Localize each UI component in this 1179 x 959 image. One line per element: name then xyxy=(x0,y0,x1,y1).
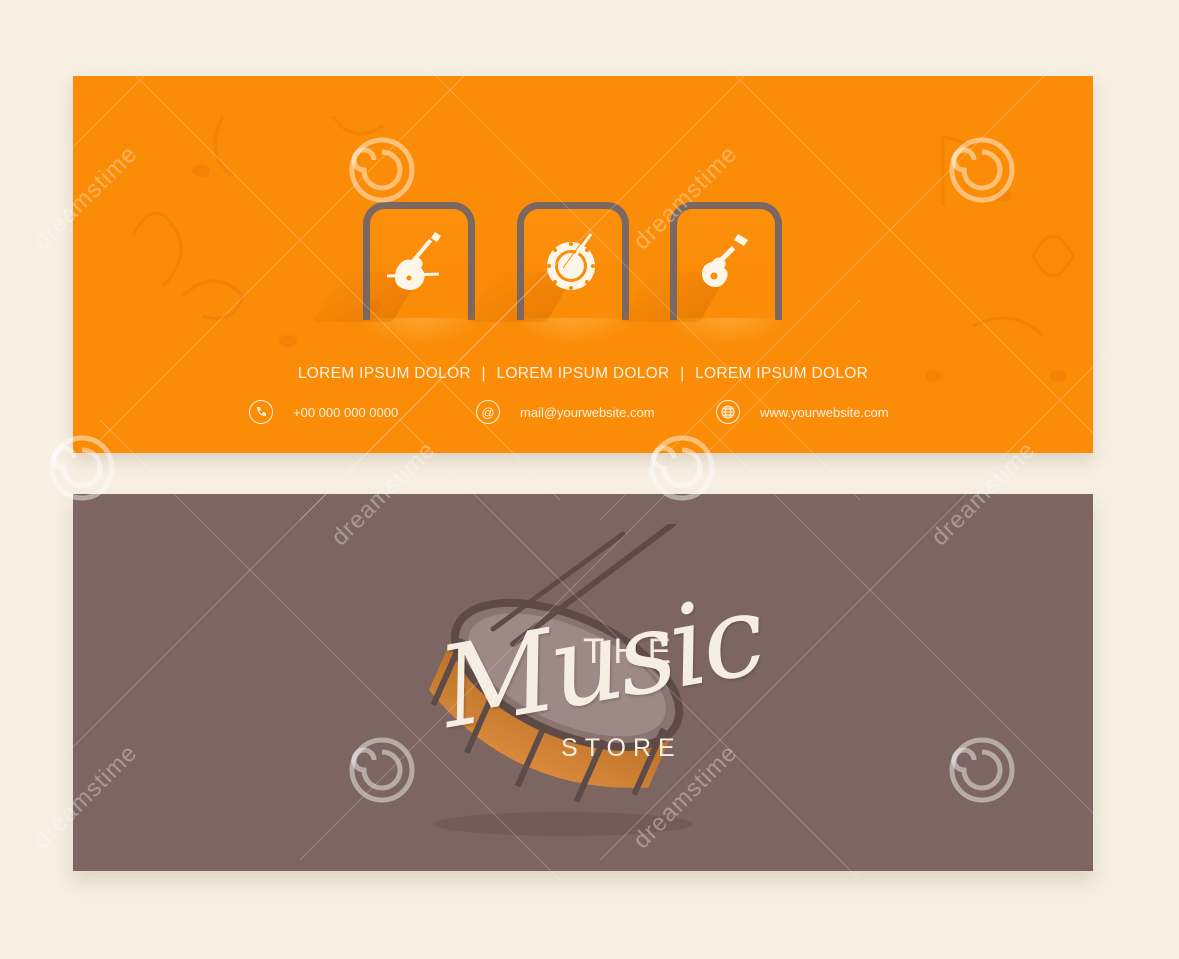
globe-icon xyxy=(716,400,740,424)
header-menu: LOREM IPSUM DOLOR | LOREM IPSUM DOLOR | … xyxy=(73,365,1093,383)
guitar-icon xyxy=(702,234,748,288)
header-banner-orange: LOREM IPSUM DOLOR | LOREM IPSUM DOLOR | … xyxy=(73,76,1093,453)
menu-item-3[interactable]: LOREM IPSUM DOLOR xyxy=(695,365,868,383)
tile-floor-glow xyxy=(359,318,481,344)
contact-website[interactable]: www.yourwebsite.com xyxy=(716,398,889,426)
email-address: mail@yourwebsite.com xyxy=(520,404,655,420)
header-banner-brown: THE Music STORE xyxy=(73,494,1093,871)
website-url: www.yourwebsite.com xyxy=(760,404,889,420)
contact-info: +00 000 000 0000 @ mail@yourwebsite.com … xyxy=(73,398,1093,426)
instrument-tile-drum[interactable] xyxy=(466,202,637,344)
drum-icon xyxy=(547,231,595,290)
tile-floor-glow xyxy=(513,318,635,344)
menu-separator: | xyxy=(481,365,486,382)
phone-icon xyxy=(249,400,273,424)
music-store-logo: THE Music STORE xyxy=(363,524,783,844)
tile-floor-glow xyxy=(666,318,788,344)
contact-phone[interactable]: +00 000 000 0000 xyxy=(249,398,398,426)
menu-item-2[interactable]: LOREM IPSUM DOLOR xyxy=(496,365,669,383)
violin-icon xyxy=(387,232,441,290)
phone-number: +00 000 000 0000 xyxy=(293,404,399,420)
menu-separator: | xyxy=(680,365,685,382)
menu-item-1[interactable]: LOREM IPSUM DOLOR xyxy=(298,365,471,383)
contact-email[interactable]: @ mail@yourwebsite.com xyxy=(476,398,655,426)
logo-store-text: STORE xyxy=(561,734,682,762)
at-sign-icon: @ xyxy=(476,400,500,424)
instrument-tile-violin[interactable] xyxy=(312,202,483,344)
instrument-tile-guitar[interactable] xyxy=(619,202,790,344)
